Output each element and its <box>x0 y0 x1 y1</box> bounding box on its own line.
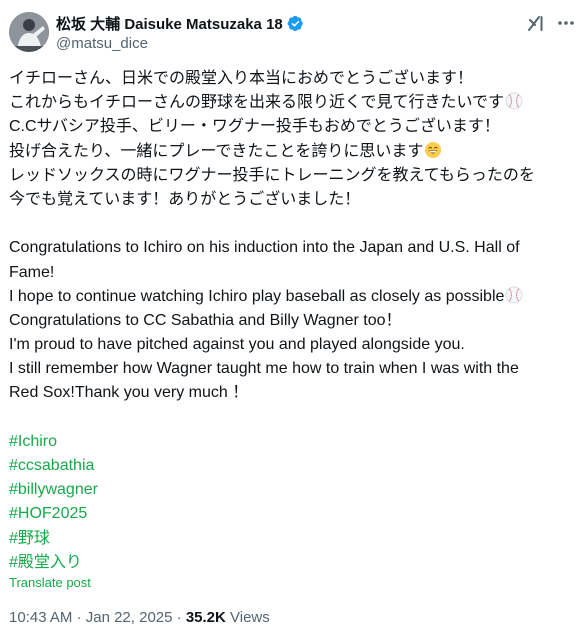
tweet-line-en-3: I hope to continue watching Ichiro play … <box>9 285 577 309</box>
tweet-line-ja-3: C.Cサバシア投手、ビリー・ワグナー投手もおめでとうございます！ <box>9 118 500 136</box>
tweet-date[interactable]: Jan 22, 2025 <box>86 609 173 626</box>
tweet-line-ja-2-text: これからもイチローさんの野球を出来る限り近くで見て行きたいです <box>9 94 505 112</box>
grinning-smiling-eyes-icon <box>425 141 442 158</box>
more-options-icon[interactable] <box>556 13 576 33</box>
author-name-row[interactable]: 松坂 大輔 Daisuke Matsuzaka 18 <box>56 13 304 33</box>
tweet-line-ja-6: 今でも覚えています！ありがとうございました！ <box>9 190 361 208</box>
hashtag-baseball[interactable]: #野球 <box>9 527 577 551</box>
tweet-time[interactable]: 10:43 AM <box>9 609 72 626</box>
tweet-line-ja-5: レッドソックスの時にワグナー投手にトレーニングを教えてもらったのを <box>9 166 535 184</box>
tweet-line-ja-4: 投げ合えたり、一緒にプレーできたことを誇りに思います <box>9 140 577 164</box>
baseball-emoji-icon <box>505 92 523 110</box>
tweet-line-en-4: Congratulations to CC Sabathia and Billy… <box>9 311 402 329</box>
baseball-emoji-icon <box>506 286 523 304</box>
tweet-line-en-3-text: I hope to continue watching Ichiro play … <box>9 287 505 305</box>
tweet-line-ja-4-text: 投げ合えたり、一緒にプレーできたことを誇りに思います <box>9 142 424 160</box>
hashtag-ccsabathia[interactable]: #ccsabathia <box>9 454 577 478</box>
hashtag-ichiro[interactable]: #Ichiro <box>9 430 577 454</box>
meta-separator: · <box>172 609 186 626</box>
author-handle[interactable]: @matsu_dice <box>56 35 148 52</box>
tweet-text: イチローさん、日米での殿堂入り本当におめでとうございます！ これからもイチローさ… <box>9 67 577 575</box>
tweet-line-ja-1: イチローさん、日米での殿堂入り本当におめでとうございます！ <box>9 70 474 87</box>
hashtag-billywagner[interactable]: #billywagner <box>9 478 577 502</box>
tweet-line-en-5: I'm proud to have pitched against you an… <box>9 336 465 354</box>
avatar-image <box>9 12 49 52</box>
hashtag-hall-of-fame[interactable]: #殿堂入り <box>9 551 577 575</box>
tweet-meta: 10:43 AM · Jan 22, 2025 · 35.2K Views <box>9 609 270 626</box>
views-count: 35.2K <box>185 609 226 626</box>
grok-icon[interactable] <box>526 13 546 33</box>
author-display-name[interactable]: 松坂 大輔 Daisuke Matsuzaka 18 <box>56 13 283 34</box>
hashtag-hof2025[interactable]: #HOF2025 <box>9 502 577 526</box>
tweet-line-en-7: Red Sox!Thank you very much ！ <box>9 384 249 402</box>
views-label: Views <box>225 609 270 626</box>
translate-post-link[interactable]: Translate post <box>9 575 91 590</box>
tweet-header: 松坂 大輔 Daisuke Matsuzaka 18 @matsu_dice <box>0 0 583 64</box>
avatar[interactable] <box>9 12 49 52</box>
tweet-line-en-2: Fame! <box>9 263 55 281</box>
meta-separator: · <box>72 609 86 626</box>
tweet-line-en-6: I still remember how Wagner taught me ho… <box>9 360 519 378</box>
tweet-line-ja-2: これからもイチローさんの野球を出来る限り近くで見て行きたいです <box>9 91 577 115</box>
tweet-line-en-1: Congratulations to Ichiro on his inducti… <box>9 239 520 257</box>
verified-badge-icon <box>287 15 303 31</box>
